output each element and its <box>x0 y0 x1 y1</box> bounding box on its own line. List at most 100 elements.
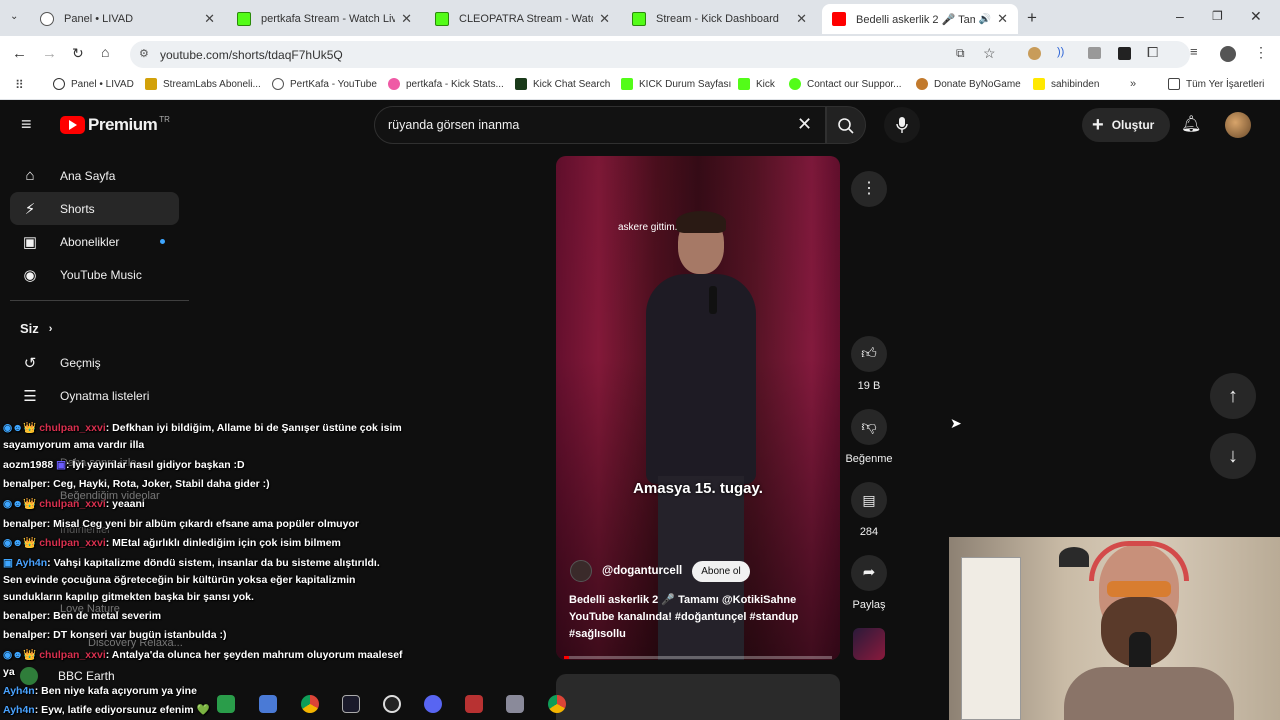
restore-icon[interactable]: ❐ <box>1212 9 1223 23</box>
like-button[interactable]: 👍︎ <box>851 336 887 372</box>
tab-cleopatra-stream[interactable]: CLEOPATRA Stream - Watch Live ✕ <box>425 4 620 34</box>
discord-icon[interactable] <box>424 695 442 713</box>
apps-grid-icon[interactable]: ⠿ <box>15 78 24 92</box>
account-avatar[interactable] <box>1225 112 1251 138</box>
next-short-button[interactable]: ↓ <box>1210 433 1256 479</box>
tab-search-dropdown-icon[interactable]: ⌄ <box>10 11 18 22</box>
youtube-premium-logo[interactable]: Premium TR <box>60 115 170 135</box>
tab-youtube-short[interactable]: Bedelli askerlik 2 🎤 Tamam 🔊 ✕ <box>822 4 1018 34</box>
taskbar-app-icon[interactable] <box>342 695 360 713</box>
taskbar-app-icon[interactable] <box>506 695 524 713</box>
comments-button[interactable]: ▤ <box>851 482 887 518</box>
extension-icon[interactable] <box>1028 47 1041 60</box>
bookmark-donate-bynogame[interactable]: Donate ByNoGame <box>916 78 1021 90</box>
search-input[interactable]: rüyanda görsen inanma <box>388 118 519 132</box>
search-button[interactable] <box>826 106 866 144</box>
taskbar-app-icon[interactable] <box>259 695 277 713</box>
bookmark-pertkafa-youtube[interactable]: PertKafa - YouTube <box>272 78 377 90</box>
clear-search-icon[interactable]: ✕ <box>797 114 812 135</box>
obs-icon[interactable] <box>383 695 401 713</box>
sidebar-item-playlists[interactable]: ☰ Oynatma listeleri <box>10 379 179 412</box>
create-button[interactable]: + Oluştur <box>1082 108 1170 142</box>
bookmark-sahibinden[interactable]: sahibinden <box>1033 78 1099 90</box>
close-tab-icon[interactable]: ✕ <box>796 11 807 27</box>
chrome-icon[interactable] <box>548 695 566 713</box>
channel-avatar[interactable] <box>570 560 592 582</box>
sound-thumbnail[interactable] <box>853 628 885 660</box>
previous-short-button[interactable]: ↑ <box>1210 373 1256 419</box>
bookmark-kick-durum[interactable]: KICK Durum Sayfası <box>621 78 731 90</box>
close-tab-icon[interactable]: ✕ <box>401 11 412 27</box>
livad-favicon-icon <box>40 12 54 26</box>
extensions-puzzle-icon[interactable]: ⧠ <box>1147 44 1158 61</box>
chat-text-continued: Sen evinde çocuğuna öğreteceğin bir kült… <box>3 574 356 586</box>
notifications-bell-icon[interactable]: 🔔︎ <box>1181 114 1201 134</box>
progress-track[interactable] <box>564 656 832 659</box>
back-icon[interactable]: ← <box>12 45 27 62</box>
close-tab-icon[interactable]: ✕ <box>599 11 610 27</box>
sidebar-item-home[interactable]: ⌂ Ana Sayfa <box>10 159 179 192</box>
sidebar-item-subscriptions[interactable]: ▣ Abonelikler <box>10 225 179 258</box>
bookmark-kick-chat-search[interactable]: Kick Chat Search <box>515 78 610 90</box>
profile-avatar[interactable] <box>1220 46 1236 62</box>
subscribe-button[interactable]: Abone ol <box>692 560 750 582</box>
chat-text: : Ben de metal severim <box>46 610 162 622</box>
sidebar-you-header[interactable]: Siz › <box>20 321 52 336</box>
url-text[interactable]: youtube.com/shorts/tdaqF7hUk5Q <box>160 48 343 62</box>
logo-region: TR <box>159 114 170 124</box>
more-bookmarks-icon[interactable]: » <box>1130 78 1136 90</box>
microphone-icon <box>896 117 908 133</box>
voice-search-button[interactable] <box>884 107 920 143</box>
sidebar-item-youtube-music[interactable]: ◉ YouTube Music <box>10 258 179 291</box>
sidebar-item-shorts[interactable]: ⚡︎ Shorts <box>10 192 179 225</box>
webcam-glasses <box>1107 581 1171 597</box>
kick-icon <box>738 78 750 90</box>
forward-icon[interactable]: → <box>42 45 57 62</box>
search-icon <box>838 118 854 134</box>
bookmark-star-icon[interactable]: ☆ <box>983 45 996 62</box>
channel-handle[interactable]: @doganturcell <box>602 565 682 577</box>
extension-icon[interactable] <box>1118 47 1131 60</box>
bookmark-kick-stats[interactable]: pertkafa - Kick Stats... <box>388 78 504 90</box>
close-window-icon[interactable]: ✕ <box>1250 8 1262 25</box>
speaker-icon[interactable]: 🔊 <box>979 14 991 25</box>
new-content-dot <box>160 239 165 244</box>
description-line: #sağlısollu <box>569 628 626 640</box>
more-actions-button[interactable]: ⋮ <box>851 171 887 207</box>
sidebar-item-history[interactable]: ↺ Geçmiş <box>10 346 179 379</box>
dislike-button[interactable]: 👎︎ <box>851 409 887 445</box>
voicemeeter-icon[interactable] <box>465 695 483 713</box>
youtube-favicon-icon <box>832 12 846 26</box>
reading-list-icon[interactable]: ≡ <box>1190 44 1198 59</box>
browser-menu-icon[interactable]: ⋮ <box>1254 44 1268 61</box>
close-tab-icon[interactable]: ✕ <box>997 11 1008 27</box>
bookmark-all-bookmarks[interactable]: Tüm Yer İşaretleri <box>1168 78 1264 90</box>
extension-icon[interactable] <box>1088 47 1101 59</box>
tab-kick-dashboard[interactable]: Stream - Kick Dashboard ✕ <box>622 4 817 34</box>
short-description[interactable]: Bedelli askerlik 2 🎤 Tamamı @KotikiSahne… <box>569 592 829 643</box>
home-button-icon[interactable]: ⌂ <box>101 44 109 60</box>
guide-menu-icon[interactable]: ≡ <box>21 114 32 135</box>
bookmark-panel-livad[interactable]: Panel • LIVAD <box>53 78 134 90</box>
bookmark-streamlabs[interactable]: StreamLabs Aboneli... <box>145 78 261 90</box>
tab-panel-livad[interactable]: Panel • LIVAD ✕ <box>30 4 225 34</box>
tab-pertkafa-stream[interactable]: pertkafa Stream - Watch Live o ✕ <box>227 4 422 34</box>
search-box[interactable]: rüyanda görsen inanma ✕ <box>374 106 826 144</box>
extension-wave-icon[interactable]: )) <box>1057 46 1064 58</box>
install-app-icon[interactable]: ⧉ <box>956 46 965 61</box>
close-tab-icon[interactable]: ✕ <box>204 11 215 27</box>
progress-fill <box>564 656 570 659</box>
bookmark-contact-support[interactable]: Contact our Suppor... <box>789 78 902 90</box>
bookmark-label: Kick Chat Search <box>533 78 611 90</box>
short-video-player[interactable]: askere gittim. Amasya 15. tugay. @dogant… <box>556 156 840 660</box>
chrome-icon[interactable] <box>301 695 319 713</box>
new-tab-icon[interactable]: + <box>1027 8 1037 28</box>
next-short-preview[interactable] <box>556 674 840 720</box>
reload-icon[interactable]: ↻ <box>72 45 84 62</box>
webcam-lamp <box>1059 547 1089 567</box>
site-info-icon[interactable]: ⚙ <box>139 47 149 60</box>
share-button[interactable]: ➦ <box>851 555 887 591</box>
minimize-icon[interactable]: – <box>1176 8 1184 24</box>
taskbar-app-icon[interactable] <box>217 695 235 713</box>
bookmark-kick[interactable]: Kick <box>738 78 775 90</box>
